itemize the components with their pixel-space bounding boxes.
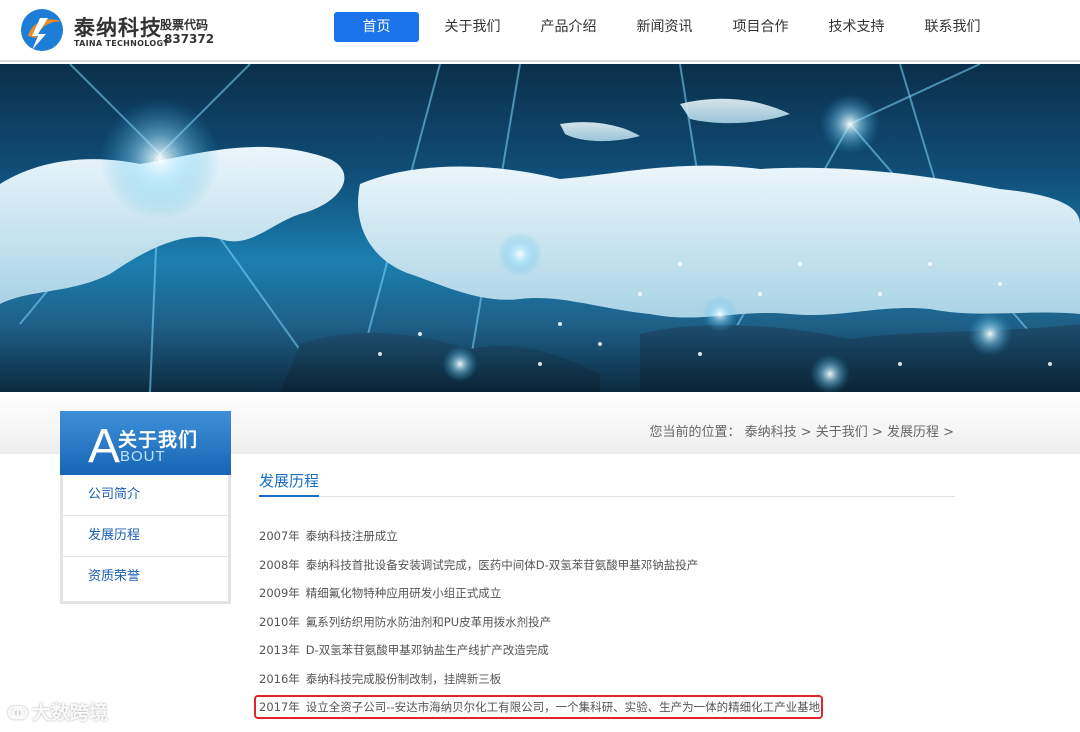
sidebar-title-letter: A [88,420,121,473]
timeline-year: 2009年 [259,586,300,600]
title-underline [259,495,319,497]
timeline-year: 2008年 [259,557,300,572]
timeline-text: 泰纳科技注册成立 [305,529,398,543]
timeline-item: 2007年 泰纳科技注册成立 [259,526,959,555]
site-header: 泰纳科技 TAINA TECHNOLOGY 股票代码 837372 首页 关于我… [0,0,1080,62]
sidebar-menu: 公司简介 发展历程 资质荣誉 [60,475,231,604]
sidebar-item-history[interactable]: 发展历程 [63,516,228,557]
nav-item-support[interactable]: 技术支持 [814,12,899,42]
nav-item-cooperation[interactable]: 项目合作 [718,12,803,42]
nav-item-home[interactable]: 首页 [334,12,419,42]
brand-logo[interactable]: 泰纳科技 TAINA TECHNOLOGY 股票代码 837372 [18,6,218,54]
sidebar-title-en: BOUT [120,448,166,465]
timeline-text: D-双氢苯苷氨酸甲基邓钠盐生产线扩产改造完成 [305,643,549,657]
stock-code: 837372 [164,32,215,46]
timeline-text: 氟系列纺织用防水防油剂和PU皮革用拨水剂投产 [305,614,552,629]
stock-label: 股票代码 [160,18,209,32]
timeline-text: 泰纳科技首批设备安装调试完成，医药中间体D-双氢苯苷氨酸甲基邓钠盐投产 [305,557,699,572]
timeline-year: 2016年 [259,671,300,686]
sidebar-title: A 关于我们 BOUT [60,411,231,475]
nav-item-about[interactable]: 关于我们 [430,12,515,42]
breadcrumb[interactable]: 您当前的位置： 泰纳科技 > 关于我们 > 发展历程 > [600,421,954,440]
brand-name: 泰纳科技 [74,16,162,40]
stock-info: 股票代码 837372 [160,18,214,46]
main-nav: 首页 关于我们 产品介绍 新闻资讯 项目合作 技术支持 联系我们 [334,12,1006,42]
world-map-illustration [0,64,1080,392]
nav-item-products[interactable]: 产品介绍 [526,12,611,42]
sidebar-item-company-profile[interactable]: 公司简介 [63,475,228,516]
sidebar-item-qualifications[interactable]: 资质荣誉 [63,557,228,598]
watermark-text: 大数跨境 [31,702,108,724]
watermark: ↈ 大数跨境 [8,698,108,725]
logo-mark-icon [21,9,63,51]
hero-banner [0,64,1080,392]
timeline-text: 泰纳科技完成股份制改制，挂牌新三板 [305,671,502,686]
brand-name-en: TAINA TECHNOLOGY [74,39,170,48]
timeline-item: 2010年 氟系列纺织用防水防油剂和PU皮革用拨水剂投产 [259,612,959,641]
nav-item-news[interactable]: 新闻资讯 [622,12,707,42]
nav-item-contact[interactable]: 联系我们 [910,12,995,42]
timeline-item: 2009年 精细氟化物特种应用研发小组正式成立 [259,583,959,612]
timeline-text: 精细氟化物特种应用研发小组正式成立 [305,586,502,600]
watermark-logo-icon: ↈ [8,703,28,724]
timeline-year: 2010年 [259,614,300,629]
timeline-year: 2013年 [259,643,300,657]
timeline-item: 2016年 泰纳科技完成股份制改制，挂牌新三板 [259,669,959,698]
highlight-box [254,695,823,719]
page-title: 发展历程 [259,472,320,490]
timeline-year: 2007年 [259,529,300,543]
timeline-item: 2008年 泰纳科技首批设备安装调试完成，医药中间体D-双氢苯苷氨酸甲基邓钠盐投产 [259,555,959,584]
title-divider [259,496,955,497]
timeline-item: 2013年 D-双氢苯苷氨酸甲基邓钠盐生产线扩产改造完成 [259,640,959,669]
